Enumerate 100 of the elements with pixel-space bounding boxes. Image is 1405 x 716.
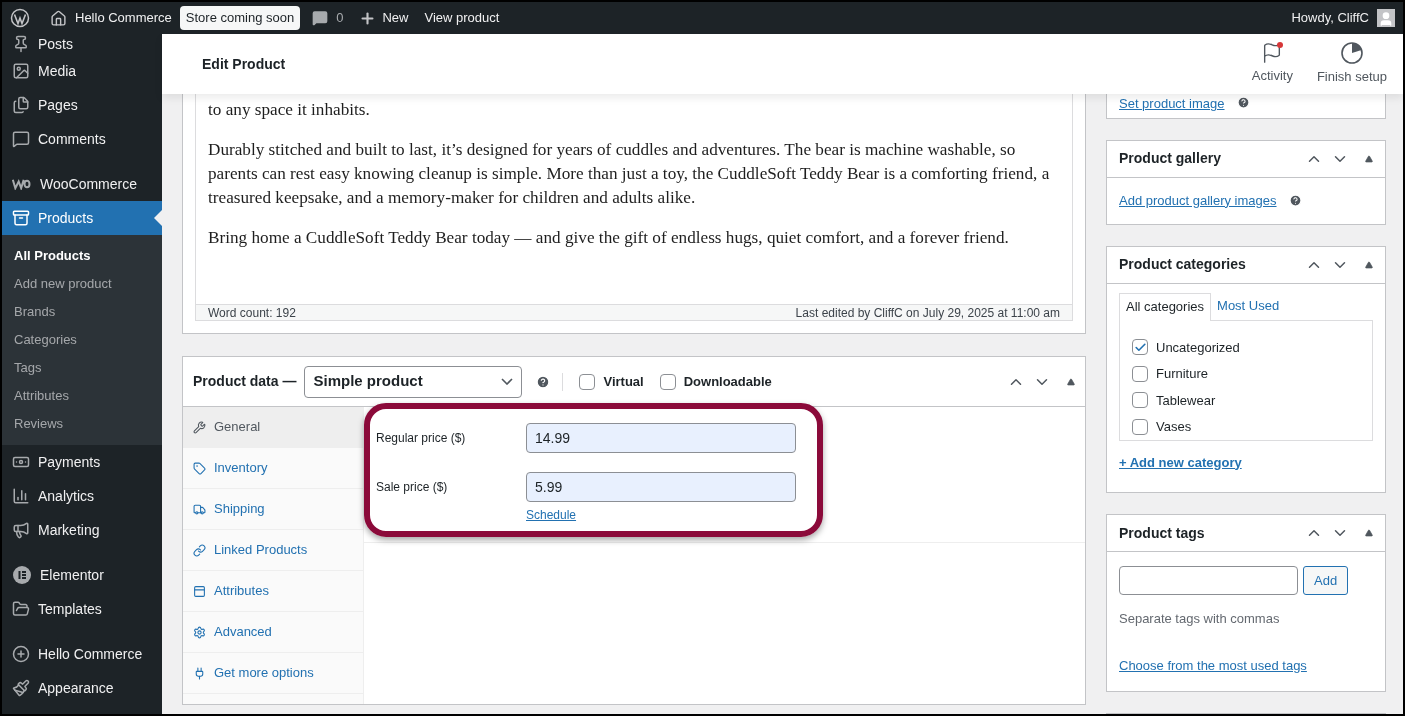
sidebar-item[interactable]: Templates xyxy=(2,592,162,626)
submenu-item[interactable]: Reviews xyxy=(2,410,162,438)
finish-setup-button[interactable]: Finish setup xyxy=(1304,41,1399,87)
sidebar-item[interactable]: Appearance xyxy=(2,671,162,705)
product-data-tab[interactable]: Linked Products xyxy=(183,530,363,571)
comment-icon xyxy=(12,130,30,148)
folder-icon xyxy=(12,600,30,618)
category-tab[interactable]: Most Used xyxy=(1211,291,1286,320)
new-link[interactable]: New xyxy=(382,8,409,28)
archive-icon xyxy=(12,209,30,227)
collapse-icon[interactable] xyxy=(1365,529,1373,537)
sidebar-item[interactable]: Hello Commerce xyxy=(2,637,162,671)
sidebar-item[interactable]: Analytics xyxy=(2,479,162,513)
product-type-select[interactable]: Simple product xyxy=(304,365,523,398)
category-label[interactable]: Vases xyxy=(1156,417,1192,437)
submenu-item[interactable]: Categories xyxy=(2,326,162,354)
checkbox[interactable] xyxy=(1132,392,1148,409)
tags-hint: Separate tags with commas xyxy=(1119,610,1281,628)
wrench-icon xyxy=(193,420,206,434)
sidebar-item[interactable]: Payments xyxy=(2,445,162,479)
progress-circle-icon xyxy=(1339,41,1364,66)
product-data-tab[interactable]: Get more options xyxy=(183,653,363,694)
collapse-icon[interactable] xyxy=(1365,260,1373,269)
plus-icon[interactable] xyxy=(359,9,377,27)
submenu-item[interactable]: Brands xyxy=(2,298,162,326)
sidebar-item[interactable]: WooCommerce xyxy=(2,167,162,201)
checkbox[interactable] xyxy=(659,373,676,390)
option-label[interactable]: Downloadable xyxy=(683,371,772,392)
collapse-icon[interactable] xyxy=(1365,154,1373,163)
category-label[interactable]: Tablewear xyxy=(1156,390,1216,410)
sidebar-item[interactable]: Media xyxy=(2,54,162,88)
collapse-icon[interactable] xyxy=(1067,377,1075,386)
checkbox[interactable] xyxy=(1132,365,1148,382)
page-title: Edit Product xyxy=(202,54,287,74)
product-data-tab[interactable]: General xyxy=(183,407,363,448)
sidebar-item[interactable]: Pages xyxy=(2,88,162,122)
add-category-link[interactable]: + Add new category xyxy=(1119,452,1242,472)
checkbox[interactable] xyxy=(1132,339,1148,356)
site-link[interactable]: Hello Commerce xyxy=(75,8,172,28)
set-image-link[interactable]: Set product image xyxy=(1119,94,1225,114)
category-label[interactable]: Furniture xyxy=(1156,364,1209,384)
product-data-tab[interactable]: Inventory xyxy=(183,448,363,489)
greeting-text[interactable]: Howdy, CliffC xyxy=(1291,8,1369,28)
box-title: Product tags xyxy=(1119,523,1205,543)
box-title: Product gallery xyxy=(1119,149,1221,168)
field-label: Sale price ($) xyxy=(376,479,449,496)
sidebar-item[interactable]: Products xyxy=(2,201,162,235)
store-status-badge[interactable]: Store coming soon xyxy=(179,6,301,30)
product-data-tab[interactable]: Advanced xyxy=(183,612,363,653)
most-used-tags-link[interactable]: Choose from the most used tags xyxy=(1119,655,1373,675)
sidebar-item[interactable]: Elementor xyxy=(2,558,162,592)
submenu-item[interactable]: All Products xyxy=(2,242,162,270)
gallery-link[interactable]: Add product gallery images xyxy=(1119,190,1277,211)
schedule-link[interactable]: Schedule xyxy=(526,506,577,524)
sidebar-item[interactable]: Comments xyxy=(2,122,162,156)
word-count: Word count: 192 xyxy=(208,304,296,322)
activity-button[interactable]: Activity xyxy=(1239,42,1305,86)
add-tag-button[interactable]: Add xyxy=(1303,566,1349,595)
home-icon[interactable] xyxy=(50,9,67,27)
bar-chart-icon xyxy=(12,487,30,505)
product-data-tab[interactable]: Attributes xyxy=(183,571,363,612)
tag-icon xyxy=(193,461,206,475)
submenu-item[interactable]: Attributes xyxy=(2,382,162,410)
sidebar-item[interactable]: Marketing xyxy=(2,513,162,547)
price-field[interactable]: 14.99 xyxy=(526,423,796,453)
option-label[interactable]: Virtual xyxy=(603,371,644,392)
sidebar-item[interactable]: Posts xyxy=(2,34,162,54)
editor-paragraph: Bring home a CuddleSoft Teddy Bear today — and give the gift of endless hugs, quiet comfort, and a forever friend. xyxy=(208,227,1010,249)
submenu-item[interactable]: Add new product xyxy=(2,270,162,298)
box-title: Product categories xyxy=(1119,255,1246,274)
settings-icon xyxy=(193,625,206,639)
price-field[interactable]: 5.99 xyxy=(526,472,796,502)
link-icon xyxy=(193,543,206,557)
category-tab[interactable]: All categories xyxy=(1119,292,1212,321)
pages-icon xyxy=(12,96,30,114)
help-icon[interactable] xyxy=(536,374,551,389)
brush-icon xyxy=(12,679,30,697)
wordpress-logo-icon[interactable] xyxy=(10,8,30,28)
submenu-item[interactable]: Tags xyxy=(2,354,162,382)
view-product-link[interactable]: View product xyxy=(424,8,500,28)
chevron-down-icon xyxy=(501,378,514,385)
tag-input[interactable] xyxy=(1119,566,1298,595)
editor-paragraph: to any space it inhabits. xyxy=(208,99,371,121)
checkbox[interactable] xyxy=(579,373,596,390)
category-label[interactable]: Uncategorized xyxy=(1156,337,1240,357)
comment-count[interactable]: 0 xyxy=(336,8,344,28)
field-label: Regular price ($) xyxy=(376,430,467,447)
table-icon xyxy=(193,584,206,598)
plus-circle-icon xyxy=(12,645,30,663)
last-edited-text: Last edited by CliffC on July 29, 2025 at 11:00 am xyxy=(795,304,1060,322)
current-page-pointer xyxy=(154,210,162,226)
product-data-tab[interactable]: Shipping xyxy=(183,489,363,530)
help-icon[interactable] xyxy=(1288,194,1302,207)
comment-icon[interactable] xyxy=(312,10,329,26)
checkbox[interactable] xyxy=(1132,418,1148,435)
megaphone-icon xyxy=(12,521,30,539)
help-icon[interactable] xyxy=(1236,96,1250,109)
woo-logo-icon xyxy=(12,178,32,190)
plug-icon xyxy=(193,666,206,680)
truck-icon xyxy=(193,502,206,516)
